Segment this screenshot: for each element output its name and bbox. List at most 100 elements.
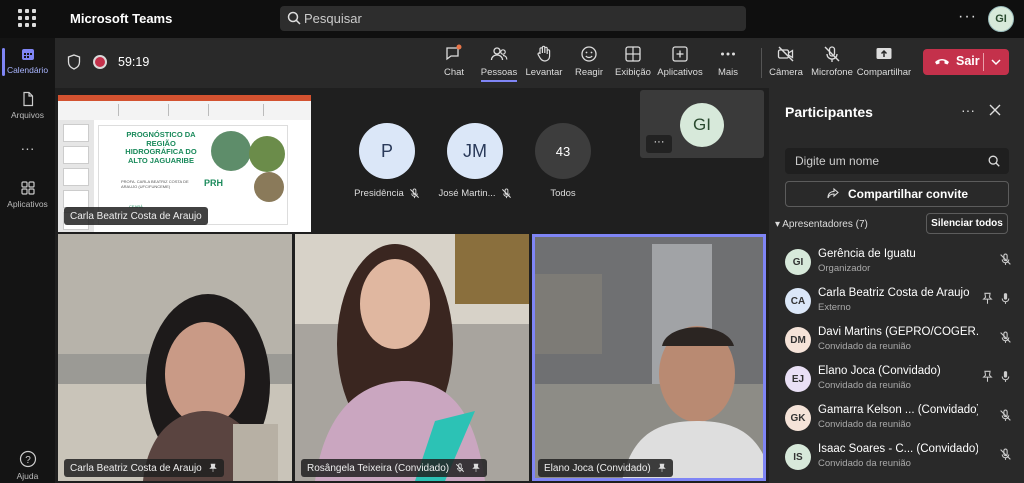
microphone-button[interactable]: Microfone: [804, 44, 860, 78]
user-avatar[interactable]: GI: [988, 6, 1014, 32]
rail-item-apps[interactable]: Aplicativos: [0, 180, 55, 209]
close-icon[interactable]: [988, 103, 1002, 117]
participant-row[interactable]: DM Davi Martins (GEPRO/COGER... Convidad…: [785, 321, 1015, 357]
app-launcher-icon[interactable]: [18, 9, 36, 27]
more-icon: ···: [20, 140, 35, 156]
pin-icon: [209, 463, 217, 472]
presenter-nameplate: Carla Beatriz Costa de Araujo: [64, 207, 208, 225]
share-invite-button[interactable]: Compartilhar convite: [785, 181, 1009, 207]
shared-screen[interactable]: PROGNÓSTICO DA REGIÃO HIDROGRÁFICA DO AL…: [58, 95, 311, 232]
video-tile[interactable]: Rosângela Teixeira (Convidado): [295, 234, 529, 481]
app-title: Microsoft Teams: [70, 11, 173, 26]
mic-off-icon: [1000, 331, 1011, 343]
raise-label: Levantar: [525, 67, 563, 78]
participant-name: Carla Beatriz Costa de Araujo: [70, 462, 202, 474]
slide-logo: PRH: [204, 178, 224, 188]
file-icon: [22, 91, 33, 107]
participant-role: Convidado da reunião: [818, 458, 911, 469]
participant-row[interactable]: EJ Elano Joca (Convidado) Convidado da r…: [785, 360, 1015, 396]
participant-row[interactable]: GK Gamarra Kelson ... (Convidado) Convid…: [785, 399, 1015, 435]
more-options-icon[interactable]: ···: [646, 135, 672, 153]
participants-panel: Participantes ··· Digite um nome Compart…: [769, 88, 1024, 483]
shield-icon[interactable]: [67, 54, 81, 70]
title-bar: Microsoft Teams Pesquisar ··· GI: [0, 0, 1024, 38]
participant-name: Carla Beatriz Costa de Araujo: [818, 287, 970, 299]
participant-role: Convidado da reunião: [818, 341, 911, 352]
participant-row[interactable]: IS Isaac Soares - C... (Convidado) Convi…: [785, 438, 1015, 474]
rail-item-help[interactable]: ? Ajuda: [0, 450, 55, 481]
people-label: Pessoas: [480, 67, 518, 82]
view-label: Exibição: [615, 67, 651, 78]
share-button[interactable]: Compartilhar: [856, 44, 912, 78]
video-feed: [295, 234, 529, 481]
presenter-name: Carla Beatriz Costa de Araujo: [70, 210, 202, 222]
avatar: JM: [447, 123, 503, 179]
pin-icon: [982, 292, 993, 304]
rail-item-calendar[interactable]: Calendário: [0, 46, 55, 76]
slide-subtitle: PROFA. CARLA BEATRIZ COSTA DE ARAUJO (UF…: [121, 179, 189, 189]
recording-indicator: [93, 55, 107, 69]
participant-name: José Martin...: [438, 188, 496, 199]
more-label: Mais: [717, 67, 739, 78]
presenters-section[interactable]: ▾ Apresentadores (7) Silenciar todos: [775, 213, 1015, 236]
smiley-icon: [581, 46, 597, 62]
chevron-down-icon[interactable]: [990, 56, 1002, 68]
participant-name: Gerência de Iguatu: [818, 248, 916, 260]
mute-all-button[interactable]: Silenciar todos: [926, 213, 1008, 234]
share-screen-icon: [876, 48, 892, 59]
participant-row[interactable]: GI Gerência de Iguatu Organizador: [785, 243, 1015, 279]
meeting-stage: PROGNÓSTICO DA REGIÃO HIDROGRÁFICA DO AL…: [55, 88, 768, 483]
avatar: GI: [680, 103, 724, 147]
mic-off-icon: [501, 188, 511, 199]
pin-icon: [472, 463, 480, 472]
camera-label: Câmera: [769, 67, 803, 78]
rail-label: Aplicativos: [7, 199, 48, 209]
view-all-tile[interactable]: 43 Todos: [523, 123, 603, 199]
rail-item-more[interactable]: ···: [0, 140, 55, 156]
name-search-input[interactable]: Digite um nome: [785, 148, 1009, 174]
section-label: Apresentadores (7): [782, 219, 868, 230]
participant-tile[interactable]: P Presidência: [347, 123, 427, 199]
participant-tile[interactable]: JM José Martin...: [435, 123, 515, 199]
video-tile[interactable]: Carla Beatriz Costa de Araujo: [58, 234, 292, 481]
more-options-icon[interactable]: ···: [958, 8, 977, 26]
participant-row[interactable]: CA Carla Beatriz Costa de Araujo Externo: [785, 282, 1015, 318]
participant-nameplate: Carla Beatriz Costa de Araujo: [64, 459, 224, 477]
apps-label: Aplicativos: [657, 67, 703, 78]
pin-icon: [982, 370, 993, 382]
people-icon: [490, 47, 508, 61]
rail-label: Calendário: [6, 65, 49, 75]
react-label: Reagir: [575, 67, 603, 78]
participant-name: Isaac Soares - C... (Convidado): [818, 443, 978, 455]
name-search-placeholder: Digite um nome: [795, 154, 880, 168]
video-feed: [532, 234, 766, 481]
search-input[interactable]: Pesquisar: [280, 6, 746, 31]
mic-off-icon: [1000, 409, 1011, 421]
chat-label: Chat: [443, 67, 465, 78]
more-options-icon[interactable]: ···: [961, 102, 975, 118]
meeting-toolbar: 59:19 Chat Pessoas Levantar Reagir Exibi…: [55, 38, 1024, 88]
mic-icon: [1001, 293, 1010, 304]
section-header[interactable]: ▾ Apresentadores (7): [775, 219, 868, 230]
overflow-count: 43: [535, 123, 591, 179]
mic-label: Microfone: [811, 67, 853, 78]
self-view-tile[interactable]: GI ···: [640, 90, 764, 158]
search-placeholder: Pesquisar: [304, 11, 362, 26]
more-button[interactable]: Mais: [700, 44, 756, 78]
participant-role: Organizador: [818, 263, 871, 274]
slide-photo: [211, 131, 251, 171]
participant-nameplate: Elano Joca (Convidado): [538, 459, 673, 477]
video-tile-active-speaker[interactable]: Elano Joca (Convidado): [532, 234, 766, 481]
mic-icon: [1001, 371, 1010, 382]
rail-item-files[interactable]: Arquivos: [0, 91, 55, 120]
participant-name: Elano Joca (Convidado): [544, 462, 651, 474]
hang-up-icon: [935, 59, 949, 65]
leave-button[interactable]: Sair: [923, 49, 1009, 75]
slide-title: PROGNÓSTICO DA REGIÃO HIDROGRÁFICA DO AL…: [125, 130, 197, 165]
mic-off-icon: [824, 46, 840, 62]
app-rail: Calendário Arquivos ··· Aplicativos ? Aj…: [0, 38, 55, 483]
participant-role: Convidado da reunião: [818, 380, 911, 391]
avatar: P: [359, 123, 415, 179]
search-icon: [988, 155, 1000, 167]
leave-divider: [983, 53, 984, 71]
